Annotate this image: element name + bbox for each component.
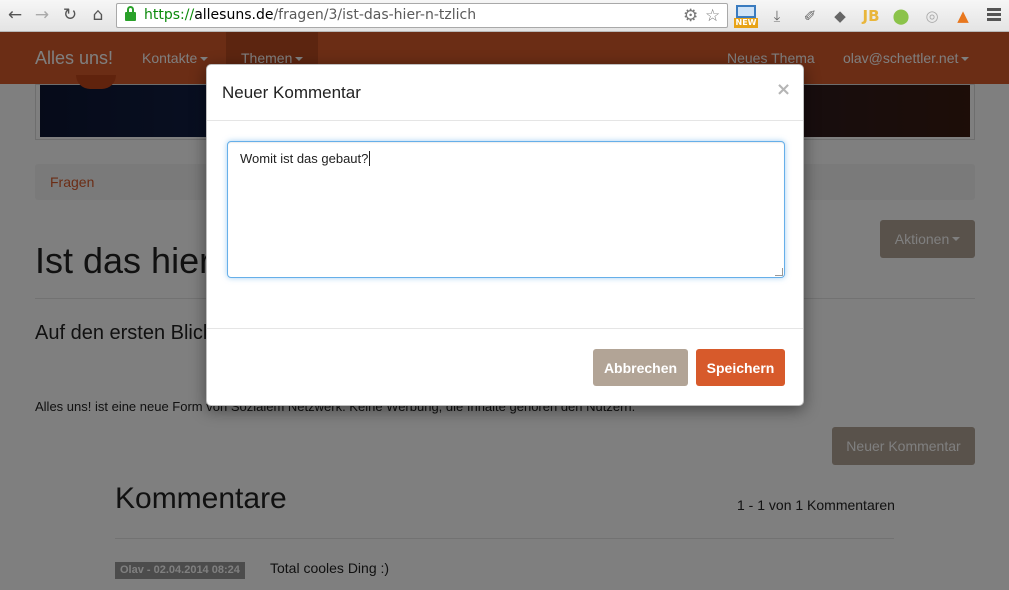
lock-icon bbox=[125, 6, 136, 21]
back-icon[interactable]: ← bbox=[4, 4, 26, 26]
home-icon[interactable]: ⌂ bbox=[87, 4, 109, 26]
forward-icon[interactable]: → bbox=[31, 4, 53, 26]
address-bar[interactable]: https://allesuns.de/fragen/3/ist-das-hie… bbox=[116, 3, 728, 28]
menu-icon[interactable] bbox=[987, 8, 1001, 23]
eyedropper-icon[interactable]: ✐ bbox=[799, 5, 821, 27]
new-extension-icon[interactable]: NEW bbox=[734, 5, 758, 29]
url-text[interactable]: https://allesuns.de/fragen/3/ist-das-hie… bbox=[144, 7, 476, 23]
resize-handle-icon[interactable] bbox=[775, 268, 783, 276]
reload-icon[interactable]: ↻ bbox=[59, 4, 81, 26]
comment-textarea[interactable]: Womit ist das gebaut? bbox=[227, 141, 785, 278]
star-icon[interactable]: ☆ bbox=[705, 6, 720, 26]
divider bbox=[207, 328, 803, 329]
divider bbox=[207, 120, 803, 121]
close-icon[interactable]: × bbox=[776, 79, 791, 100]
jetbrains-icon[interactable]: JB bbox=[860, 5, 882, 27]
settings-gear-icon[interactable]: ⚙ bbox=[683, 6, 698, 26]
modal-title: Neuer Kommentar bbox=[222, 83, 361, 102]
text-cursor bbox=[369, 151, 371, 166]
evernote-icon[interactable]: ◆ bbox=[829, 5, 851, 27]
circle-extension-icon[interactable]: ◎ bbox=[921, 5, 943, 27]
android-icon[interactable]: ⬤ bbox=[890, 5, 912, 27]
browser-toolbar: ← → ↻ ⌂ https://allesuns.de/fragen/3/ist… bbox=[0, 0, 1009, 32]
cancel-button[interactable]: Abbrechen bbox=[593, 349, 688, 386]
download-icon[interactable]: ⤓ bbox=[766, 5, 788, 27]
firebug-icon[interactable]: ▲ bbox=[952, 5, 974, 27]
save-button[interactable]: Speichern bbox=[696, 349, 785, 386]
new-comment-modal: Neuer Kommentar × Womit ist das gebaut? … bbox=[206, 64, 804, 406]
